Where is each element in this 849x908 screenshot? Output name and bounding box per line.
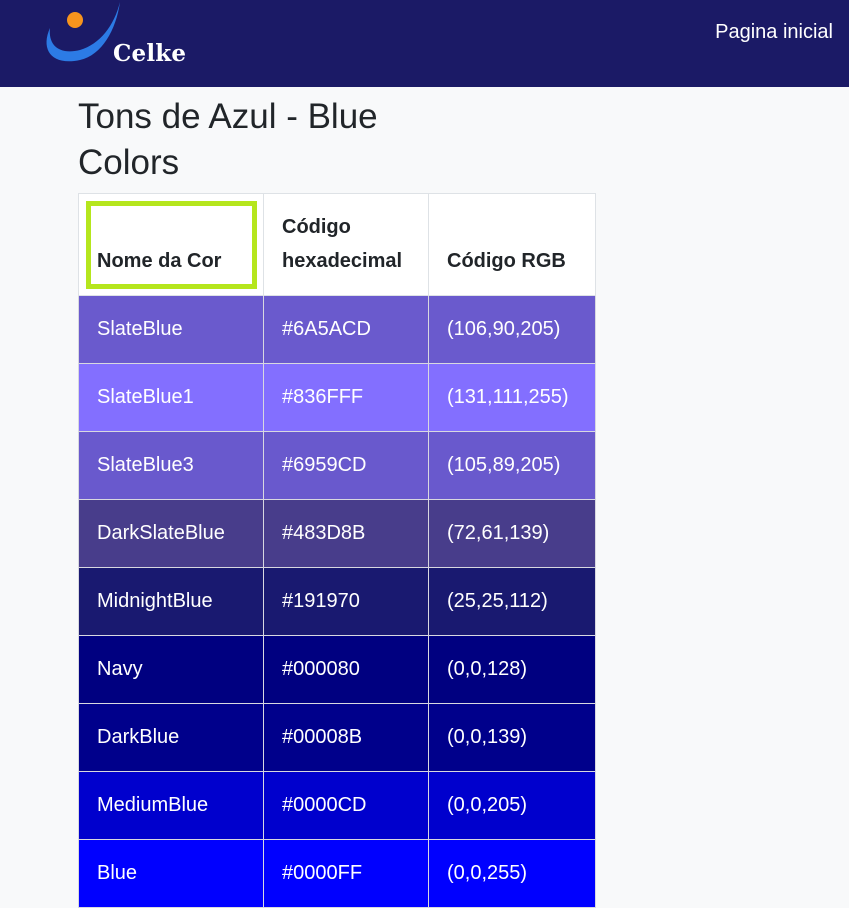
header-hex-code: Código hexadecimal <box>263 193 429 296</box>
cell-color-name: Blue <box>78 839 264 908</box>
cell-color-name: DarkSlateBlue <box>78 499 264 568</box>
cell-hex-code: #836FFF <box>263 363 429 432</box>
cell-rgb-code: (106,90,205) <box>428 295 596 364</box>
table-header-row: Nome da Cor Código hexadecimal Código RG… <box>78 193 596 296</box>
colors-table: Nome da Cor Código hexadecimal Código RG… <box>78 193 596 908</box>
table-row: SlateBlue3 #6959CD (105,89,205) <box>78 431 596 500</box>
header-color-name: Nome da Cor <box>78 193 264 296</box>
cell-rgb-code: (131,111,255) <box>428 363 596 432</box>
cell-hex-code: #191970 <box>263 567 429 636</box>
celke-logo[interactable]: Celke <box>40 0 210 80</box>
nav-link-home[interactable]: Pagina inicial <box>715 21 833 44</box>
cell-hex-code: #6A5ACD <box>263 295 429 364</box>
table-row: SlateBlue #6A5ACD (106,90,205) <box>78 295 596 364</box>
cell-color-name: Navy <box>78 635 264 704</box>
navbar: Celke Pagina inicial <box>0 0 849 87</box>
cell-color-name: SlateBlue1 <box>78 363 264 432</box>
cell-color-name: DarkBlue <box>78 703 264 772</box>
cell-color-name: SlateBlue3 <box>78 431 264 500</box>
cell-hex-code: #0000CD <box>263 771 429 840</box>
cell-color-name: SlateBlue <box>78 295 264 364</box>
cell-hex-code: #00008B <box>263 703 429 772</box>
cell-rgb-code: (0,0,205) <box>428 771 596 840</box>
cell-color-name: MediumBlue <box>78 771 264 840</box>
cell-rgb-code: (72,61,139) <box>428 499 596 568</box>
page-title: Tons de Azul - Blue Colors <box>78 97 378 182</box>
cell-hex-code: #0000FF <box>263 839 429 908</box>
table-row: SlateBlue1 #836FFF (131,111,255) <box>78 363 596 432</box>
cell-rgb-code: (25,25,112) <box>428 567 596 636</box>
cell-color-name: MidnightBlue <box>78 567 264 636</box>
cell-hex-code: #483D8B <box>263 499 429 568</box>
table-row: DarkSlateBlue #483D8B (72,61,139) <box>78 499 596 568</box>
table-row: Navy #000080 (0,0,128) <box>78 635 596 704</box>
table-row: DarkBlue #00008B (0,0,139) <box>78 703 596 772</box>
cell-rgb-code: (0,0,255) <box>428 839 596 908</box>
table-row: MediumBlue #0000CD (0,0,205) <box>78 771 596 840</box>
table-row: MidnightBlue #191970 (25,25,112) <box>78 567 596 636</box>
cell-rgb-code: (0,0,128) <box>428 635 596 704</box>
header-rgb-code: Código RGB <box>428 193 596 296</box>
cell-hex-code: #6959CD <box>263 431 429 500</box>
table-row: Blue #0000FF (0,0,255) <box>78 839 596 908</box>
brand-name: Celke <box>113 40 187 67</box>
cell-rgb-code: (105,89,205) <box>428 431 596 500</box>
cell-hex-code: #000080 <box>263 635 429 704</box>
cell-rgb-code: (0,0,139) <box>428 703 596 772</box>
